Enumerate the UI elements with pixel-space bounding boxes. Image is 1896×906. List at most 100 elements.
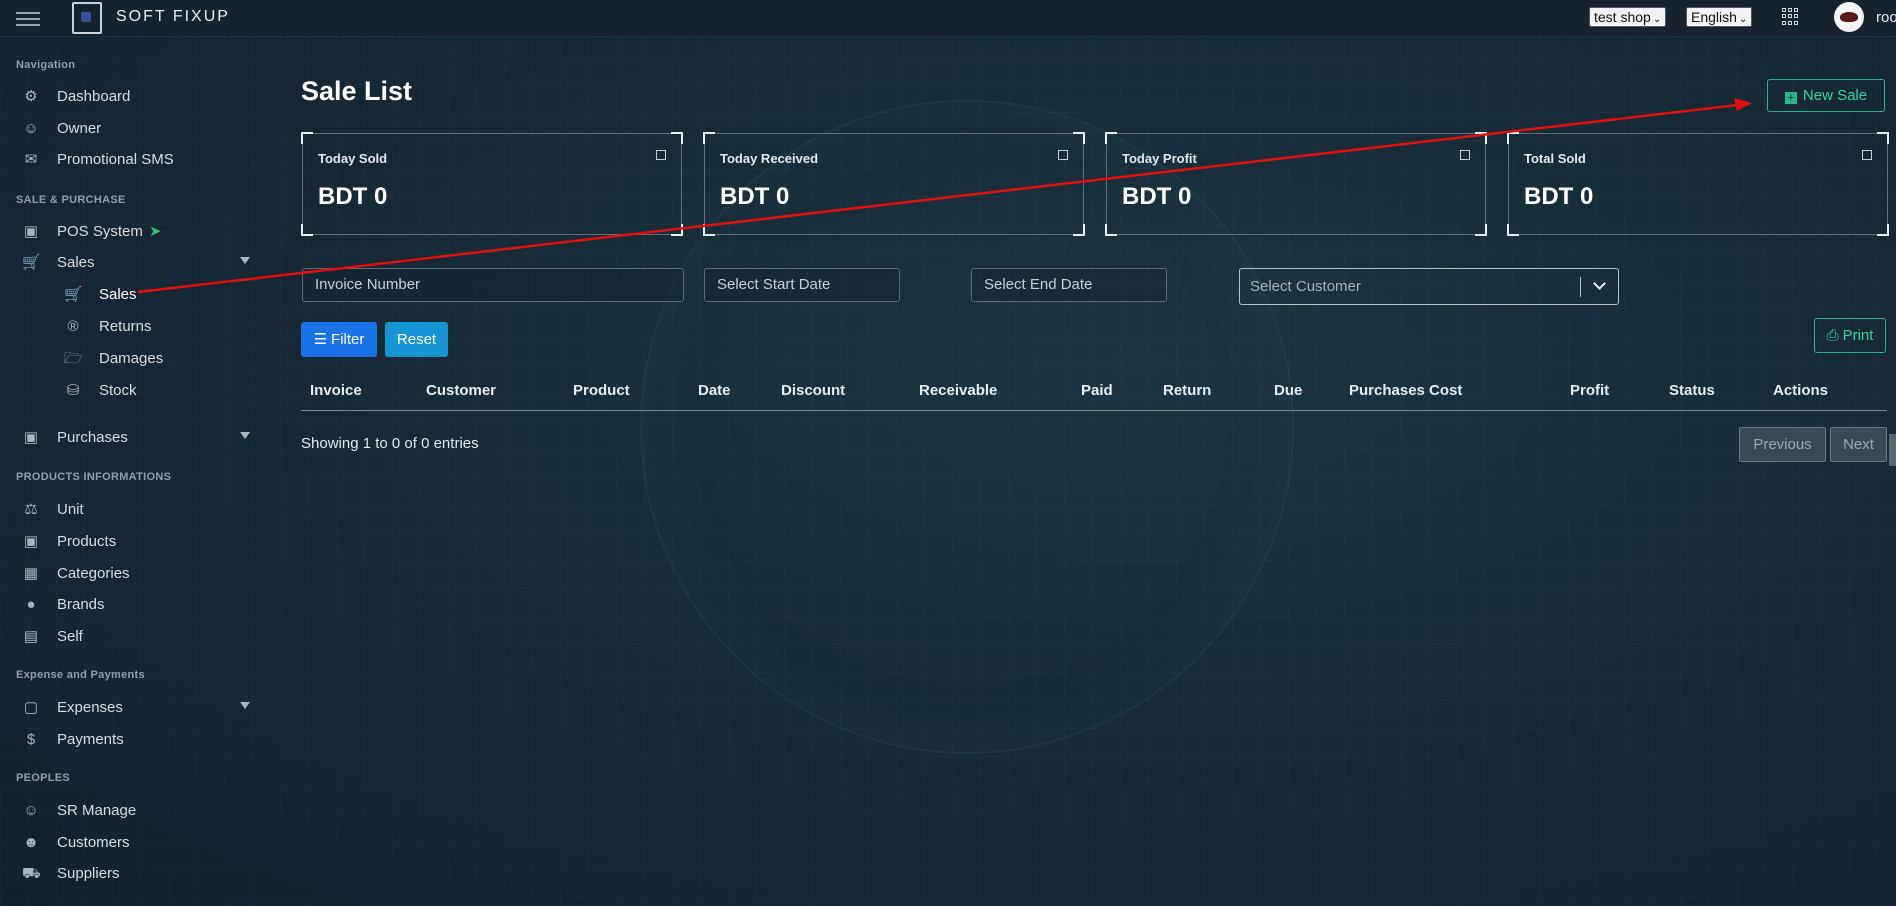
stat-card-today-sold: Today Sold BDT 0 [301, 132, 683, 236]
chevron-down-icon: ⌄ [1738, 14, 1748, 25]
sidebar-item-label: Brands [57, 596, 105, 613]
sidebar-item-categories[interactable]: ▦ Categories [0, 562, 262, 586]
section-peoples: PEOPLES [16, 772, 71, 784]
sidebar-item-dashboard[interactable]: ⚙ Dashboard [0, 85, 262, 109]
sidebar-item-label: Categories [57, 565, 130, 582]
stat-card-title: Today Profit [1122, 151, 1197, 166]
filter-button[interactable]: ☰ Filter [301, 322, 377, 357]
section-products-info: PRODUCTS INFORMATIONS [16, 471, 172, 483]
user-gear-icon: ☻ [23, 834, 39, 851]
sidebar-item-label: Sales [99, 286, 137, 303]
sidebar-item-sales-list[interactable]: 🛒 Sales [0, 283, 262, 307]
stat-card-title: Today Received [720, 151, 819, 166]
new-sale-button[interactable]: + New Sale [1767, 79, 1885, 112]
sidebar-item-brands[interactable]: ● Brands [0, 593, 262, 617]
print-button[interactable]: ⎙ Print [1814, 318, 1886, 353]
wallet-icon: ▢ [23, 699, 39, 716]
dashboard-icon: ⚙ [24, 88, 38, 105]
expand-icon[interactable] [1862, 150, 1872, 160]
page-title: Sale List [301, 76, 413, 106]
column-header[interactable]: Actions [1773, 382, 1828, 399]
reset-button[interactable]: Reset [385, 322, 448, 357]
end-date-input[interactable]: Select End Date [971, 268, 1167, 302]
sidebar-item-label: Unit [57, 501, 84, 518]
column-header[interactable]: Customer [426, 382, 496, 399]
plus-icon: + [1784, 92, 1797, 104]
sliders-icon: ☰ [313, 331, 328, 348]
invoice-number-input[interactable]: Invoice Number [302, 268, 684, 302]
sidebar-item-promotional-sms[interactable]: ✉ Promotional SMS [0, 148, 262, 172]
menu-toggle-icon[interactable] [16, 12, 40, 26]
previous-button[interactable]: Previous [1739, 427, 1826, 462]
customer-select-placeholder: Select Customer [1250, 278, 1361, 295]
language-select-value: English [1691, 9, 1737, 25]
sidebar-item-sales[interactable]: 🛒 Sales [0, 251, 262, 275]
sidebar-item-customers[interactable]: ☻ Customers [0, 831, 262, 855]
award-icon: ● [26, 596, 36, 613]
sidebar-item-stock[interactable]: ⛁ Stock [0, 379, 262, 403]
sidebar-item-sr-manage[interactable]: ☺ SR Manage [0, 799, 262, 823]
apps-grid-icon[interactable] [1782, 8, 1799, 25]
section-expense-payments: Expense and Payments [16, 669, 145, 681]
sidebar-item-products[interactable]: ▣ Products [0, 530, 262, 554]
sidebar-item-label: POS System [57, 223, 143, 240]
side-scroll-handle[interactable] [1889, 434, 1896, 466]
next-button[interactable]: Next [1830, 427, 1887, 462]
sidebar-item-label: Expenses [57, 699, 123, 716]
column-header[interactable]: Profit [1570, 382, 1609, 399]
sidebar-item-damages[interactable]: 🗁 Damages [0, 347, 262, 371]
column-header[interactable]: Receivable [919, 382, 997, 399]
sidebar-item-suppliers[interactable]: ⛟ Suppliers [0, 862, 262, 886]
column-header[interactable]: Return [1163, 382, 1211, 399]
print-label: Print [1842, 327, 1874, 344]
sidebar-item-payments[interactable]: $ Payments [0, 728, 262, 752]
shop-select[interactable]: test shop ⌄ [1589, 7, 1667, 27]
customer-select[interactable]: Select Customer [1239, 268, 1619, 305]
briefcase-icon: ▣ [23, 223, 39, 240]
column-header[interactable]: Status [1669, 382, 1715, 399]
sidebar-item-purchases[interactable]: ▣ Purchases [0, 426, 262, 450]
caret-down-icon [240, 432, 250, 439]
stat-card-title: Total Sold [1524, 151, 1586, 166]
sidebar-item-expenses[interactable]: ▢ Expenses [0, 696, 262, 720]
stat-card-value: BDT 0 [318, 183, 388, 210]
bag-icon: ▣ [23, 429, 39, 446]
sidebar-item-label: Returns [99, 318, 152, 335]
column-header[interactable]: Product [573, 382, 630, 399]
sidebar-item-owner[interactable]: ☺ Owner [0, 117, 262, 141]
column-header[interactable]: Date [698, 382, 731, 399]
stat-card-value: BDT 0 [720, 183, 790, 210]
shop-select-value: test shop [1594, 9, 1651, 25]
sidebar-item-returns[interactable]: ® Returns [0, 315, 262, 339]
shelf-icon: ▤ [23, 628, 39, 645]
column-header[interactable]: Due [1274, 382, 1302, 399]
user-name[interactable]: roo [1876, 9, 1896, 26]
truck-icon: ⛟ [22, 865, 41, 882]
envelope-icon: ✉ [24, 151, 38, 168]
expand-icon[interactable] [1058, 150, 1068, 160]
sidebar-item-self[interactable]: ▤ Self [0, 625, 262, 649]
sidebar-item-label: Damages [99, 350, 164, 367]
chevron-down-icon [1593, 277, 1606, 290]
start-date-input[interactable]: Select Start Date [704, 268, 900, 302]
sidebar-item-label: Customers [57, 834, 130, 851]
expand-icon[interactable] [1460, 150, 1470, 160]
window-icon: ▣ [23, 533, 39, 550]
sidebar-item-label: Products [57, 533, 117, 550]
column-header[interactable]: Invoice [310, 382, 362, 399]
column-header[interactable]: Paid [1081, 382, 1113, 399]
expand-icon[interactable] [656, 150, 666, 160]
avatar[interactable] [1834, 2, 1864, 32]
stat-card-value: BDT 0 [1524, 183, 1594, 210]
column-header[interactable]: Purchases Cost [1349, 382, 1462, 399]
database-icon: ⛁ [66, 382, 80, 399]
sidebar-item-pos-system[interactable]: ▣ POS System ➤ [0, 220, 262, 244]
table-info: Showing 1 to 0 of 0 entries [301, 435, 479, 452]
column-header[interactable]: Discount [781, 382, 845, 399]
stat-card-today-received: Today Received BDT 0 [703, 132, 1085, 236]
language-select[interactable]: English ⌄ [1686, 7, 1753, 27]
sidebar-item-label: Self [57, 628, 83, 645]
sidebar-item-label: SR Manage [57, 802, 137, 819]
sidebar-item-unit[interactable]: ⚖ Unit [0, 498, 262, 522]
scale-icon: ⚖ [24, 501, 38, 518]
